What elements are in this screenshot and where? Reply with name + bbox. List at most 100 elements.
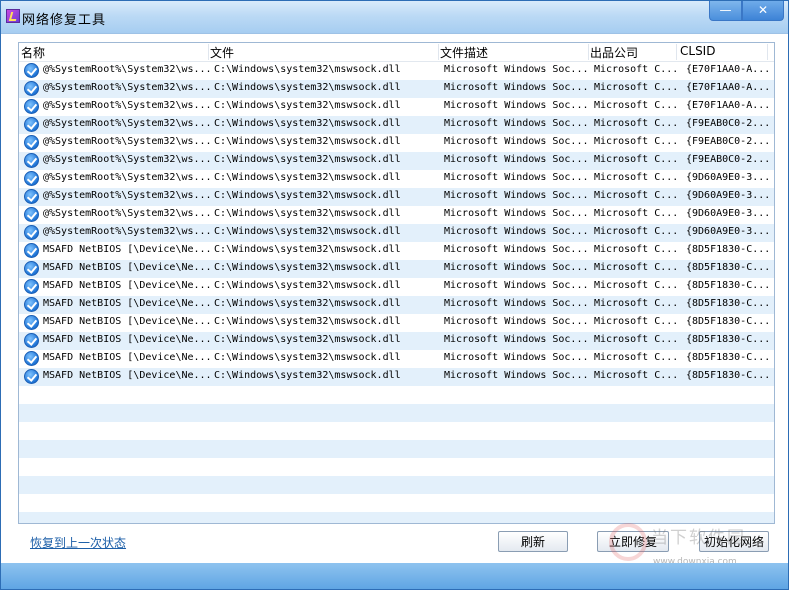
cell-name: @%SystemRoot%\System32\ws...: [43, 208, 212, 219]
cell-company: Microsoft C...: [594, 352, 679, 363]
table-row[interactable]: MSAFD NetBIOS [\Device\Ne... C:\Windows\s…: [19, 278, 774, 296]
check-circle-icon: [24, 153, 39, 168]
table-row[interactable]: @%SystemRoot%\System32\ws... C:\Windows\s…: [19, 170, 774, 188]
cell-company: Microsoft C...: [594, 118, 679, 129]
cell-clsid: {9D60A9E0-3...: [686, 208, 771, 219]
cell-clsid: {8D5F1830-C...: [686, 316, 771, 327]
cell-clsid: {E70F1AA0-A...: [686, 82, 771, 93]
table-row[interactable]: @%SystemRoot%\System32\ws... C:\Windows\s…: [19, 116, 774, 134]
cell-company: Microsoft C...: [594, 136, 679, 147]
cell-clsid: {9D60A9E0-3...: [686, 172, 771, 183]
table-row[interactable]: @%SystemRoot%\System32\ws... C:\Windows\s…: [19, 80, 774, 98]
status-bar: [1, 563, 788, 589]
table-row[interactable]: @%SystemRoot%\System32\ws... C:\Windows\s…: [19, 98, 774, 116]
cell-clsid: {8D5F1830-C...: [686, 298, 771, 309]
table-row[interactable]: MSAFD NetBIOS [\Device\Ne... C:\Windows\s…: [19, 368, 774, 386]
cell-clsid: {8D5F1830-C...: [686, 334, 771, 345]
empty-row: [19, 476, 774, 494]
watermark-logo-icon: [609, 523, 647, 561]
column-divider[interactable]: [676, 44, 677, 60]
cell-name: MSAFD NetBIOS [\Device\Ne...: [43, 334, 212, 345]
cell-file: C:\Windows\system32\mswsock.dll: [214, 334, 401, 345]
table-row[interactable]: MSAFD NetBIOS [\Device\Ne... C:\Windows\s…: [19, 350, 774, 368]
table-row[interactable]: @%SystemRoot%\System32\ws... C:\Windows\s…: [19, 134, 774, 152]
column-header-description[interactable]: 文件描述: [440, 44, 488, 61]
cell-company: Microsoft C...: [594, 190, 679, 201]
cell-name: MSAFD NetBIOS [\Device\Ne...: [43, 352, 212, 363]
minimize-button[interactable]: —: [709, 1, 742, 21]
empty-row: [19, 422, 774, 440]
table-row[interactable]: @%SystemRoot%\System32\ws... C:\Windows\s…: [19, 152, 774, 170]
cell-name: MSAFD NetBIOS [\Device\Ne...: [43, 262, 212, 273]
refresh-button[interactable]: 刷新: [498, 531, 568, 552]
cell-description: Microsoft Windows Soc...: [444, 280, 589, 291]
cell-file: C:\Windows\system32\mswsock.dll: [214, 118, 401, 129]
cell-clsid: {E70F1AA0-A...: [686, 100, 771, 111]
cell-description: Microsoft Windows Soc...: [444, 244, 589, 255]
restore-previous-state-link[interactable]: 恢复到上一次状态: [30, 534, 126, 551]
table-row[interactable]: MSAFD NetBIOS [\Device\Ne... C:\Windows\s…: [19, 314, 774, 332]
column-divider[interactable]: [588, 44, 589, 60]
cell-file: C:\Windows\system32\mswsock.dll: [214, 154, 401, 165]
cell-clsid: {F9EAB0C0-2...: [686, 118, 771, 129]
cell-company: Microsoft C...: [594, 100, 679, 111]
cell-company: Microsoft C...: [594, 370, 679, 381]
cell-description: Microsoft Windows Soc...: [444, 208, 589, 219]
cell-name: @%SystemRoot%\System32\ws...: [43, 64, 212, 75]
cell-name: @%SystemRoot%\System32\ws...: [43, 136, 212, 147]
column-header-file[interactable]: 文件: [210, 44, 234, 61]
check-circle-icon: [24, 117, 39, 132]
cell-name: MSAFD NetBIOS [\Device\Ne...: [43, 280, 212, 291]
cell-file: C:\Windows\system32\mswsock.dll: [214, 82, 401, 93]
table-row[interactable]: @%SystemRoot%\System32\ws... C:\Windows\s…: [19, 206, 774, 224]
cell-company: Microsoft C...: [594, 262, 679, 273]
cell-file: C:\Windows\system32\mswsock.dll: [214, 136, 401, 147]
column-header-name[interactable]: 名称: [21, 44, 45, 61]
cell-file: C:\Windows\system32\mswsock.dll: [214, 298, 401, 309]
column-header-clsid[interactable]: CLSID: [680, 44, 715, 58]
close-button[interactable]: ✕: [742, 1, 784, 21]
table-row[interactable]: @%SystemRoot%\System32\ws... C:\Windows\s…: [19, 62, 774, 80]
cell-file: C:\Windows\system32\mswsock.dll: [214, 280, 401, 291]
table-row[interactable]: MSAFD NetBIOS [\Device\Ne... C:\Windows\s…: [19, 332, 774, 350]
cell-description: Microsoft Windows Soc...: [444, 64, 589, 75]
empty-row: [19, 404, 774, 422]
check-circle-icon: [24, 369, 39, 384]
column-divider[interactable]: [767, 44, 768, 60]
cell-name: @%SystemRoot%\System32\ws...: [43, 172, 212, 183]
cell-name: MSAFD NetBIOS [\Device\Ne...: [43, 244, 212, 255]
table-row[interactable]: @%SystemRoot%\System32\ws... C:\Windows\s…: [19, 224, 774, 242]
check-circle-icon: [24, 99, 39, 114]
cell-file: C:\Windows\system32\mswsock.dll: [214, 226, 401, 237]
provider-list[interactable]: 名称 文件 文件描述 出品公司 CLSID @%SystemRoot%\Syst…: [18, 42, 775, 524]
cell-company: Microsoft C...: [594, 208, 679, 219]
check-circle-icon: [24, 243, 39, 258]
table-row[interactable]: @%SystemRoot%\System32\ws... C:\Windows\s…: [19, 188, 774, 206]
cell-description: Microsoft Windows Soc...: [444, 154, 589, 165]
cell-description: Microsoft Windows Soc...: [444, 190, 589, 201]
cell-company: Microsoft C...: [594, 298, 679, 309]
cell-company: Microsoft C...: [594, 172, 679, 183]
cell-name: @%SystemRoot%\System32\ws...: [43, 154, 212, 165]
table-row[interactable]: MSAFD NetBIOS [\Device\Ne... C:\Windows\s…: [19, 242, 774, 260]
cell-company: Microsoft C...: [594, 280, 679, 291]
check-circle-icon: [24, 225, 39, 240]
cell-name: MSAFD NetBIOS [\Device\Ne...: [43, 370, 212, 381]
cell-description: Microsoft Windows Soc...: [444, 352, 589, 363]
table-row[interactable]: MSAFD NetBIOS [\Device\Ne... C:\Windows\s…: [19, 296, 774, 314]
cell-name: MSAFD NetBIOS [\Device\Ne...: [43, 316, 212, 327]
check-circle-icon: [24, 279, 39, 294]
cell-description: Microsoft Windows Soc...: [444, 370, 589, 381]
cell-description: Microsoft Windows Soc...: [444, 316, 589, 327]
title-bar[interactable]: 网络修复工具 — ✕: [1, 1, 788, 34]
cell-clsid: {9D60A9E0-3...: [686, 190, 771, 201]
table-row[interactable]: MSAFD NetBIOS [\Device\Ne... C:\Windows\s…: [19, 260, 774, 278]
cell-name: @%SystemRoot%\System32\ws...: [43, 118, 212, 129]
column-divider[interactable]: [438, 44, 439, 60]
cell-clsid: {F9EAB0C0-2...: [686, 136, 771, 147]
cell-description: Microsoft Windows Soc...: [444, 262, 589, 273]
check-circle-icon: [24, 135, 39, 150]
column-divider[interactable]: [208, 44, 209, 60]
column-header-company[interactable]: 出品公司: [590, 44, 638, 61]
cell-file: C:\Windows\system32\mswsock.dll: [214, 244, 401, 255]
